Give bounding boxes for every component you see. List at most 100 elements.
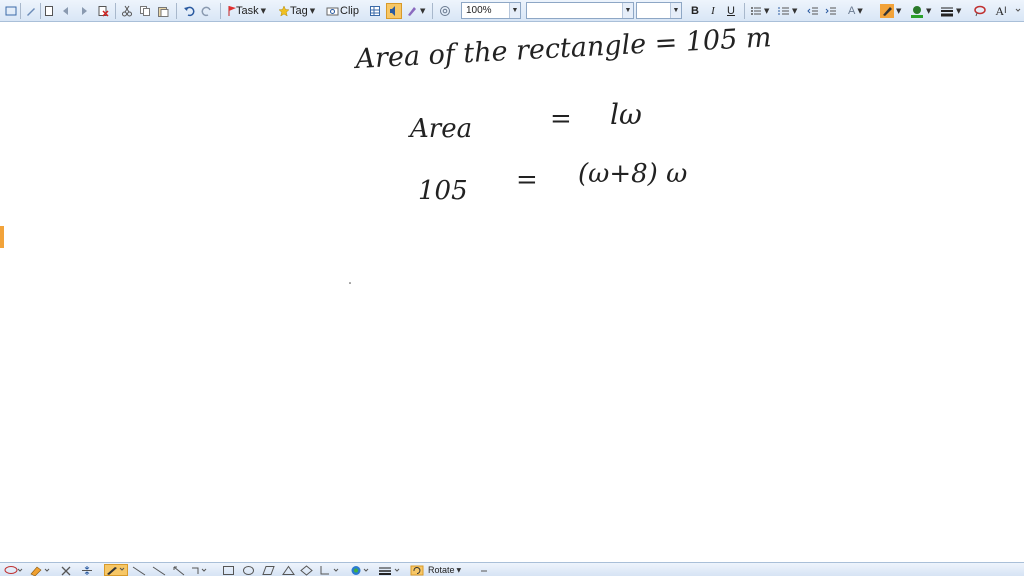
text-size-label: A xyxy=(995,3,1004,18)
pen-tool-icon xyxy=(107,567,125,575)
zoom-select[interactable]: 100% ▼ xyxy=(461,2,521,19)
bullets-icon xyxy=(751,7,761,15)
handwritten-line-1: Area of the rectangle = 105 m xyxy=(352,22,773,75)
highlight-color-button[interactable]: ▼ xyxy=(880,3,906,19)
chevron-down-icon[interactable]: ▼ xyxy=(764,7,769,15)
arrow-tool-icon[interactable] xyxy=(172,564,186,576)
delete-icon[interactable] xyxy=(60,564,72,576)
chevron-down-icon[interactable]: ▼ xyxy=(261,7,266,15)
delete-page-icon[interactable] xyxy=(96,3,110,19)
font-color-icon xyxy=(911,6,923,18)
copy-icon[interactable] xyxy=(138,3,152,19)
undo-icon[interactable] xyxy=(182,3,196,19)
parallelogram-tool-icon[interactable] xyxy=(262,564,275,576)
toolbar-divider xyxy=(744,3,745,19)
outdent-icon[interactable] xyxy=(806,3,820,19)
chevron-down-icon[interactable]: ▼ xyxy=(420,7,425,15)
toolbar-divider xyxy=(20,3,21,19)
rectangle-tool-icon[interactable] xyxy=(222,564,235,576)
highlighter-button[interactable]: ▼ xyxy=(406,3,426,19)
main-toolbar: Task ▼ Tag ▼ Clip ▼ 100% ▼ ▼ ▼ B I U ▼ ▼… xyxy=(0,0,1024,22)
bold-button[interactable]: B xyxy=(688,3,702,19)
chevron-down-icon[interactable]: ▼ xyxy=(509,3,520,18)
audio-icon[interactable] xyxy=(386,3,402,19)
handwritten-text: = xyxy=(550,104,572,134)
lasso-icon[interactable] xyxy=(972,3,988,19)
chevron-down-icon[interactable]: ▼ xyxy=(926,7,931,15)
indent-icon[interactable] xyxy=(824,3,838,19)
bold-label: B xyxy=(691,5,699,17)
drawing-toolbar: Rotate ▼ xyxy=(0,562,1024,576)
handwritten-text: Area of the rectangle = 105 m xyxy=(352,22,773,75)
clip-button[interactable]: Clip xyxy=(326,3,362,19)
chevron-down-icon[interactable]: ▼ xyxy=(622,3,633,18)
pen-tool-button[interactable] xyxy=(104,564,128,576)
tag-button[interactable]: Tag ▼ xyxy=(278,3,320,19)
at-sign-icon[interactable] xyxy=(438,3,452,19)
clip-label: Clip xyxy=(340,5,359,17)
numbering-button[interactable]: ▼ xyxy=(778,3,800,19)
font-color-button[interactable]: ▼ xyxy=(910,3,936,19)
rotate-icon xyxy=(410,565,424,575)
eraser-tool-icon[interactable] xyxy=(28,564,52,576)
chevron-down-icon[interactable]: ▼ xyxy=(457,567,462,574)
chevron-down-icon[interactable]: ▼ xyxy=(670,3,681,18)
insert-space-icon[interactable] xyxy=(80,564,94,576)
triangle-tool-icon[interactable] xyxy=(282,564,295,576)
line-tool-2-icon[interactable] xyxy=(152,564,166,576)
page-view-icon[interactable] xyxy=(4,3,18,19)
font-name-select[interactable]: ▼ xyxy=(526,2,634,19)
chevron-down-icon[interactable]: ▼ xyxy=(956,7,961,15)
italic-button[interactable]: I xyxy=(706,3,720,19)
connector-tool-icon[interactable] xyxy=(190,564,210,576)
star-icon xyxy=(278,5,290,17)
chevron-down-icon[interactable]: ▼ xyxy=(896,7,901,15)
back-icon[interactable] xyxy=(60,3,72,19)
clip-icon xyxy=(326,7,339,16)
chevron-down-icon[interactable]: ▼ xyxy=(857,7,862,15)
chevron-down-icon[interactable]: ▼ xyxy=(310,7,315,15)
handwritten-text: lω xyxy=(610,98,642,131)
highlight-color-icon xyxy=(880,4,894,18)
line-style-icon xyxy=(941,7,953,17)
toolbar-divider xyxy=(40,3,41,19)
font-size-select[interactable]: ▼ xyxy=(636,2,682,19)
note-canvas[interactable]: Area of the rectangle = 105 m Area = lω … xyxy=(0,22,1024,562)
paste-icon[interactable] xyxy=(156,3,170,19)
line-tool-icon[interactable] xyxy=(132,564,146,576)
task-button[interactable]: Task ▼ xyxy=(226,3,266,19)
font-style-icon: A xyxy=(848,5,856,17)
new-page-icon[interactable] xyxy=(42,3,56,19)
underline-button[interactable]: U xyxy=(724,3,738,19)
text-size-icon[interactable]: AI xyxy=(992,3,1010,19)
font-style-button[interactable]: A ▼ xyxy=(848,3,874,19)
cut-icon[interactable] xyxy=(120,3,134,19)
numbering-icon xyxy=(778,7,789,15)
zoom-value: 100% xyxy=(466,5,492,16)
ellipse-tool-icon[interactable] xyxy=(242,564,255,576)
chevron-down-icon[interactable]: ▼ xyxy=(792,7,797,15)
underline-label: U xyxy=(727,5,735,17)
forward-icon[interactable] xyxy=(78,3,90,19)
handwritten-line-3: 105 = (ω+8) ω xyxy=(418,159,687,206)
line-weight-icon[interactable] xyxy=(378,564,404,576)
toolbar-overflow-icon[interactable] xyxy=(1014,3,1022,19)
rotate-button[interactable]: Rotate ▼ xyxy=(410,564,461,576)
bullets-button[interactable]: ▼ xyxy=(750,3,772,19)
ink-dot xyxy=(349,282,351,284)
toolbar-divider xyxy=(432,3,433,19)
line-style-button[interactable]: ▼ xyxy=(940,3,966,19)
lasso-tool-icon[interactable] xyxy=(2,564,24,576)
handwritten-text: Area xyxy=(408,114,472,144)
handwritten-line-2: Area = lω xyxy=(408,98,642,144)
redo-icon[interactable] xyxy=(200,3,214,19)
axis-tool-icon[interactable] xyxy=(318,564,344,576)
italic-label: I xyxy=(711,5,715,17)
toolbar-divider xyxy=(220,3,221,19)
diamond-tool-icon[interactable] xyxy=(300,564,313,576)
highlighter-icon xyxy=(408,7,416,16)
pen-icon[interactable] xyxy=(24,3,38,19)
toolbar-overflow-icon[interactable] xyxy=(480,564,488,576)
table-icon[interactable] xyxy=(368,3,382,19)
color-picker-icon[interactable] xyxy=(350,564,374,576)
